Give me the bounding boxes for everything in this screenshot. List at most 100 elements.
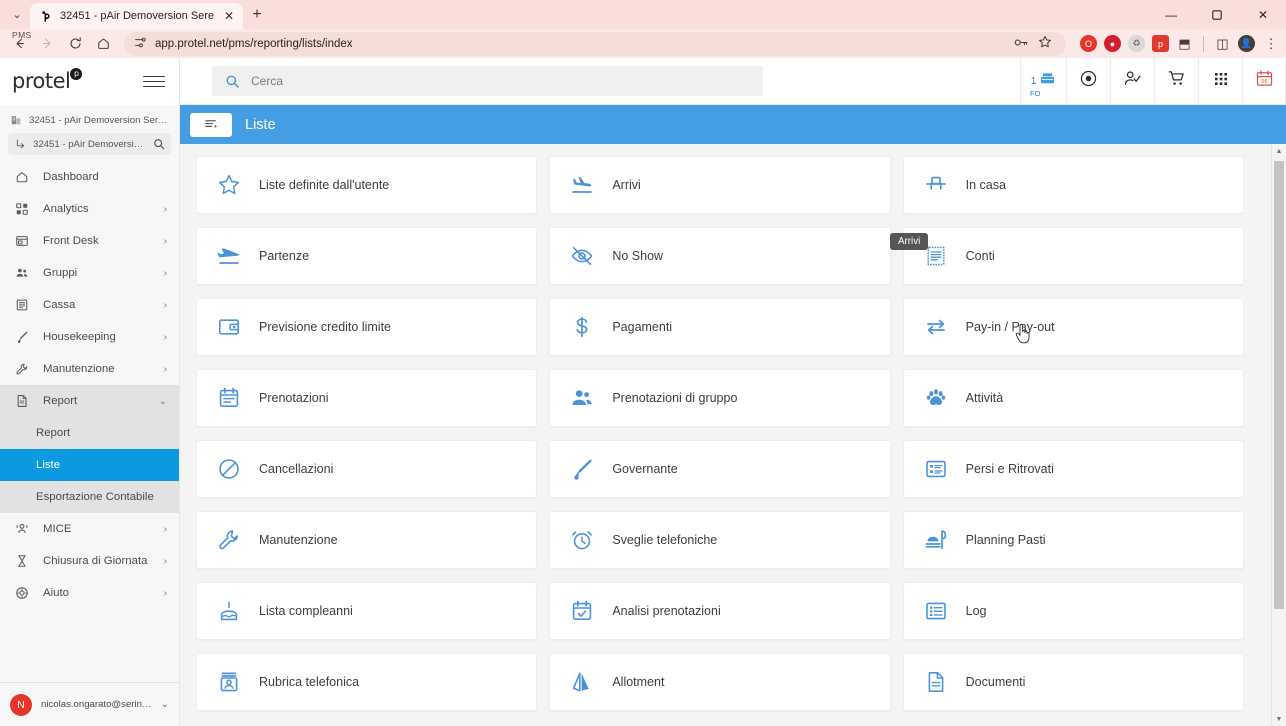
home-icon[interactable] [90, 32, 116, 56]
application-window: protel p PMS 32451 - pAir Demoversion Se… [0, 58, 1286, 726]
card-conti[interactable]: Conti [903, 227, 1244, 285]
search-icon[interactable] [153, 138, 165, 150]
sidebar-item-aiuto[interactable]: Aiuto › [0, 577, 179, 609]
user-account-bar[interactable]: N nicolas.ongarato@serinf.it ⌄ [0, 682, 179, 726]
card-attivita[interactable]: Attività [903, 369, 1244, 427]
card-sveglie-telefoniche[interactable]: Sveglie telefoniche [549, 511, 890, 569]
sidebar-item-manutenzione[interactable]: Manutenzione › [0, 353, 179, 385]
chevron-right-icon: › [164, 332, 167, 343]
card-no-show[interactable]: No Show [549, 227, 890, 285]
split-panel-icon[interactable]: ◫ [1214, 35, 1231, 52]
target-button[interactable] [1066, 58, 1110, 105]
card-previsione-credito-limite[interactable]: Previsione credito limite [196, 298, 537, 356]
sidebar-subitem-esportazione-contabile[interactable]: Esportazione Contabile [0, 481, 179, 513]
chevron-right-icon: › [164, 204, 167, 215]
calendar-lines-icon [216, 385, 242, 411]
address-bar[interactable]: app.protel.net/pms/reporting/lists/index [124, 32, 1066, 56]
card-arrivi[interactable]: Arrivi [549, 156, 890, 214]
forward-icon[interactable] [34, 32, 60, 56]
sidebar-item-report[interactable]: Report ⌄ [0, 385, 179, 417]
property-selector[interactable]: 32451 - pAir Demoversion Seren... [8, 133, 171, 155]
close-icon[interactable]: ✕ [221, 9, 237, 23]
star-icon[interactable] [1038, 35, 1052, 52]
opera-extension-icon[interactable]: O [1080, 35, 1097, 52]
protel-extension-icon[interactable]: p [1152, 35, 1169, 52]
sidebar-item-front-desk[interactable]: Front Desk › [0, 225, 179, 257]
card-lista-compleanni[interactable]: Lista compleanni [196, 582, 537, 640]
check-in-user-button[interactable] [1110, 58, 1154, 105]
card-log[interactable]: Log [903, 582, 1244, 640]
new-tab-button[interactable]: + [243, 0, 271, 29]
tab-search-chevron-icon[interactable]: ⌄ [4, 0, 30, 29]
maximize-icon[interactable] [1194, 0, 1240, 29]
sidebar-item-label: Manutenzione [43, 363, 151, 375]
browser-tab[interactable]: 32451 - pAir Demoversion Sere ✕ [30, 3, 243, 29]
card-label: Conti [966, 249, 995, 263]
sidebar-item-chiusura-di-giornata[interactable]: Chiusura di Giornata › [0, 545, 179, 577]
cart-button[interactable] [1154, 58, 1198, 105]
card-pay-in-pay-out[interactable]: Pay-in / Pay-out [903, 298, 1244, 356]
dollar-icon [569, 314, 595, 340]
key-icon[interactable] [1014, 36, 1029, 52]
menu-icon[interactable] [143, 71, 165, 93]
lastpass-extension-icon[interactable]: ● [1104, 35, 1121, 52]
apps-grid-button[interactable] [1198, 58, 1242, 105]
card-rubrica-telefonica[interactable]: Rubrica telefonica [196, 653, 537, 711]
card-persi-e-ritrovati[interactable]: Persi e Ritrovati [903, 440, 1244, 498]
recycle-extension-icon[interactable]: ♻ [1128, 35, 1145, 52]
sidebar-item-housekeeping[interactable]: Housekeeping › [0, 321, 179, 353]
lists-grid: Liste definite dall'utente Arrivi In cas… [180, 156, 1264, 711]
sidebar-subitem-liste[interactable]: Liste [0, 449, 179, 481]
sidebar-item-dashboard[interactable]: Dashboard [0, 161, 179, 193]
minimize-icon[interactable]: — [1148, 0, 1194, 29]
plane-departure-icon [216, 243, 242, 269]
scroll-down-icon[interactable]: ▼ [1272, 712, 1286, 726]
kebab-menu-icon[interactable]: ⋮ [1262, 36, 1280, 52]
ban-icon [216, 456, 242, 482]
profile-avatar[interactable]: 👤 [1238, 35, 1255, 52]
card-planning-pasti[interactable]: Planning Pasti [903, 511, 1244, 569]
card-label: Pay-in / Pay-out [966, 320, 1055, 334]
sidebar-nav: Dashboard Analytics › Front Desk › [0, 161, 179, 682]
scrollbar-thumb[interactable] [1274, 161, 1284, 609]
address-bar-url: app.protel.net/pms/reporting/lists/index [155, 38, 1006, 50]
card-label: Partenze [259, 249, 309, 263]
top-bar-actions: 1 FO [1020, 58, 1286, 105]
card-cancellazioni[interactable]: Cancellazioni [196, 440, 537, 498]
content-scrollbar[interactable]: ▲ ▼ [1271, 144, 1286, 726]
list-toggle-icon[interactable] [190, 113, 232, 137]
card-in-casa[interactable]: In casa [903, 156, 1244, 214]
scroll-up-icon[interactable]: ▲ [1272, 144, 1286, 158]
sidebar-item-cassa[interactable]: Cassa › [0, 289, 179, 321]
calendar-button[interactable]: 06 [1242, 58, 1286, 105]
card-pagamenti[interactable]: Pagamenti [549, 298, 890, 356]
front-office-counter[interactable]: 1 FO [1020, 58, 1066, 105]
card-partenze[interactable]: Partenze [196, 227, 537, 285]
card-prenotazioni-di-gruppo[interactable]: Prenotazioni di gruppo [549, 369, 890, 427]
front-office-count: 1 [1031, 76, 1037, 87]
card-liste-definite-dall-utente[interactable]: Liste definite dall'utente [196, 156, 537, 214]
chevron-down-icon[interactable]: ⌄ [161, 699, 169, 710]
close-window-icon[interactable]: ✕ [1240, 0, 1286, 29]
clipboard-extension-icon[interactable]: ⬒ [1176, 35, 1193, 52]
extensions-area: O ● ♻ p ⬒ ◫ 👤 ⋮ [1074, 35, 1280, 52]
contact-card-icon [216, 669, 242, 695]
card-prenotazioni[interactable]: Prenotazioni [196, 369, 537, 427]
card-analisi-prenotazioni[interactable]: Analisi prenotazioni [549, 582, 890, 640]
card-label: Pagamenti [612, 320, 672, 334]
card-manutenzione[interactable]: Manutenzione [196, 511, 537, 569]
eye-off-icon [569, 243, 595, 269]
reload-icon[interactable] [62, 32, 88, 56]
content-area: Liste definite dall'utente Arrivi In cas… [180, 144, 1286, 726]
sidebar-item-mice[interactable]: MICE › [0, 513, 179, 545]
sidebar-item-analytics[interactable]: Analytics › [0, 193, 179, 225]
sidebar-item-label: Gruppi [43, 267, 151, 279]
search-input[interactable]: Cerca [212, 66, 763, 96]
card-governante[interactable]: Governante [549, 440, 890, 498]
card-documenti[interactable]: Documenti [903, 653, 1244, 711]
sidebar-subitem-report[interactable]: Report [0, 417, 179, 449]
card-allotment[interactable]: Allotment [549, 653, 890, 711]
building-icon [10, 114, 22, 126]
sidebar-item-gruppi[interactable]: Gruppi › [0, 257, 179, 289]
tune-icon[interactable] [134, 36, 147, 52]
